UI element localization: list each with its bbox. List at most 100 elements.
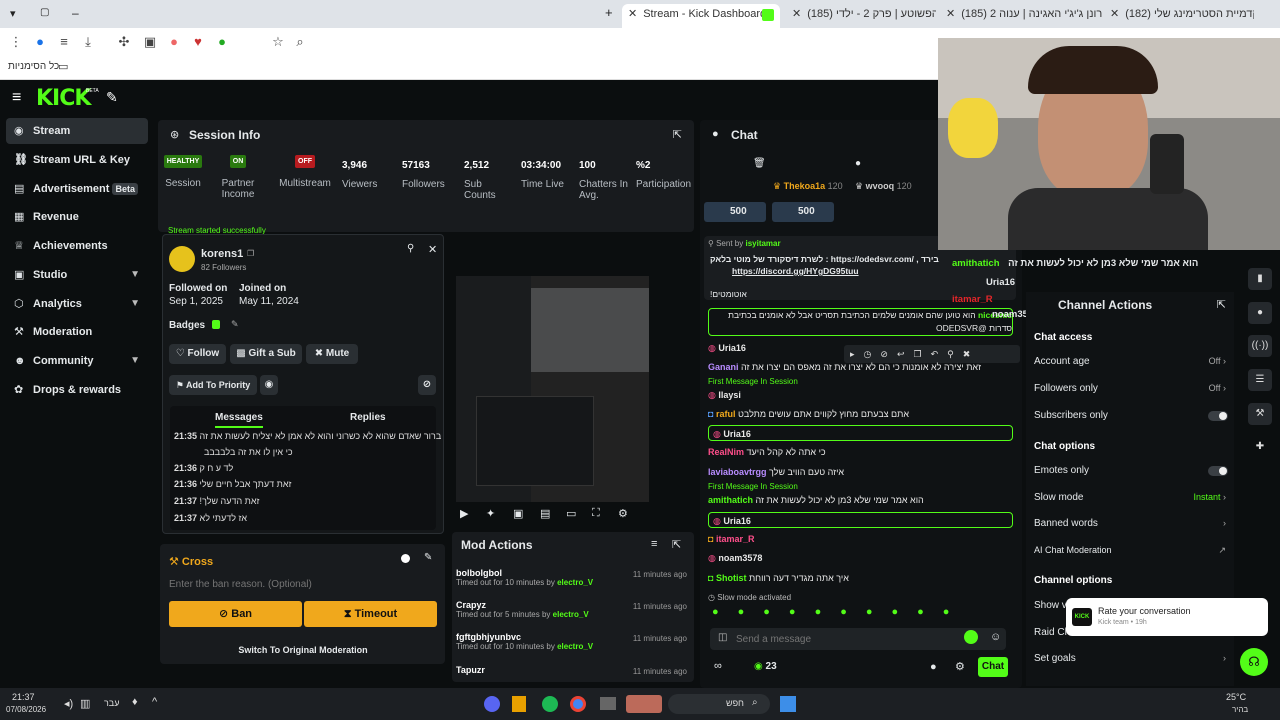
popout-icon[interactable]: ⇱	[1217, 298, 1226, 311]
fullscreen-icon[interactable]: ⛶	[592, 507, 600, 520]
gift-sub-button[interactable]: ▩ Gift a Sub	[230, 344, 302, 364]
sidebar-item-revenue[interactable]: ▦ Revenue	[6, 204, 148, 230]
chat-message[interactable]: RealNim כי אתה לא קהל היעד	[708, 444, 1013, 460]
username[interactable]: korens1	[201, 248, 243, 260]
popout-icon[interactable]: ⇱	[672, 538, 681, 551]
sidebar-item-advertisement[interactable]: ▤ Advertisement Beta	[6, 176, 148, 202]
eye-button[interactable]: ◉	[260, 375, 278, 395]
chrome-icon[interactable]	[570, 696, 586, 712]
copy-icon[interactable]: ❐	[913, 349, 930, 359]
filter-icon[interactable]: ≡	[651, 538, 657, 550]
tab-youtube-3[interactable]: ✕ (182) אקדמיית הסטרימינג שלי	[1104, 4, 1254, 28]
profile-icon[interactable]: ●	[32, 34, 48, 50]
sidebar-item-moderation[interactable]: ⚒ Moderation	[6, 319, 148, 345]
chat-message[interactable]: ◍ noam3578	[708, 550, 1013, 566]
pin-icon[interactable]: ⚲	[407, 243, 414, 254]
chat-message[interactable]: ◍ Uria16	[708, 512, 1013, 528]
slow-mode-setting[interactable]: Slow mode Instant ›	[1034, 492, 1230, 503]
timeout-button[interactable]: ⧗ Timeout	[304, 601, 437, 627]
ai-moderation-setting[interactable]: AI Chat Moderation ↗	[1034, 545, 1230, 555]
sidebar-item-stream-url[interactable]: ⛓ Stream URL & Key	[6, 147, 148, 173]
close-icon[interactable]: ✕	[628, 8, 637, 20]
switch-moderation-link[interactable]: Switch To Original Moderation	[169, 645, 437, 655]
send-chat-button[interactable]: Chat	[978, 657, 1008, 677]
settings-icon[interactable]: ⚙	[618, 507, 628, 520]
slash-icon[interactable]: ⊘	[880, 349, 897, 359]
rate-conversation-toast[interactable]: KICK Rate your conversation Kick team • …	[1066, 598, 1268, 636]
puzzle-icon[interactable]: ✣	[116, 34, 132, 50]
mute-button[interactable]: ✖ Mute	[306, 344, 358, 364]
edit-icon[interactable]: ✎	[424, 552, 432, 563]
app-icon[interactable]	[600, 697, 616, 710]
edit-icon[interactable]: ✎	[231, 319, 239, 330]
sidebar-item-studio[interactable]: ▣ Studio ▼	[6, 262, 148, 288]
mod-action-item[interactable]: fgftgbhjyunbvc Timed out for 10 minutes b…	[456, 632, 691, 651]
star-icon[interactable]: ☆	[270, 34, 286, 50]
kick-logo[interactable]: KICK	[36, 86, 91, 111]
chat-message[interactable]: amithatich הוא אמר שמי שלא 3מן לא יכול ל…	[708, 492, 1013, 508]
chat-message[interactable]: ◘ raful אתם צבעתם מחוץ לקווים אתם עושים …	[708, 406, 1013, 422]
all-bookmarks-label[interactable]: כל הסימניות	[8, 61, 59, 72]
trash-icon[interactable]: 🗑	[753, 158, 766, 169]
chat-message[interactable]: ◍ Ilaysi	[708, 387, 1013, 403]
close-icon[interactable]: ✕	[792, 8, 801, 20]
minimize-icon[interactable]: –	[72, 6, 79, 20]
sidebar-item-analytics[interactable]: ⬡ Analytics ▼	[6, 291, 148, 317]
tab-youtube-1[interactable]: ✕ (185) הפשוטע | פרק 2 - ילדי	[786, 4, 936, 28]
stream-preview[interactable]	[456, 276, 649, 522]
download-icon[interactable]: ⤓	[80, 34, 96, 50]
rail-wrench-icon[interactable]: ⚒	[1248, 403, 1272, 425]
set-goals-setting[interactable]: Set goals ›	[1034, 653, 1230, 664]
followers-only-setting[interactable]: Followers only Off ›	[1034, 383, 1230, 394]
settings-icon[interactable]: ⚙	[955, 660, 965, 673]
more-icon[interactable]: ⋮	[8, 34, 24, 50]
weather-temp[interactable]: 25°C	[1226, 692, 1246, 702]
message-icon[interactable]: ●	[930, 661, 937, 673]
chat-message-input[interactable]	[736, 630, 956, 648]
goal-a[interactable]: 500	[704, 202, 766, 222]
caption-icon[interactable]: ▭	[566, 507, 576, 520]
theater-icon[interactable]: ▣	[513, 507, 523, 520]
chat-message[interactable]: ◘ Shotist איך אתה מגדיר דעה רווחת	[708, 570, 1013, 586]
extension-green-icon[interactable]: ●	[214, 34, 230, 50]
chat-message[interactable]: ◘ itamar_R	[708, 531, 1013, 547]
mod-action-item[interactable]: Tapuzr 11 minutes ago	[456, 665, 691, 683]
follow-button[interactable]: ♡ Follow	[169, 344, 226, 364]
trash-icon[interactable]: ✖	[963, 349, 980, 359]
message-icon[interactable]: ●	[855, 158, 861, 169]
rail-chat-icon[interactable]: ●	[1248, 302, 1272, 324]
ban-button[interactable]: ⊘ Ban	[169, 601, 302, 627]
extension-icon[interactable]: ≡	[56, 34, 72, 50]
sidebar-item-community[interactable]: ☻ Community ▼	[6, 348, 148, 374]
obs-icon[interactable]	[512, 696, 526, 712]
pin-icon[interactable]: ✎	[106, 89, 118, 106]
hamburger-icon[interactable]: ≡	[12, 89, 21, 107]
undo-icon[interactable]: ↶	[931, 349, 948, 359]
extension-heart-icon[interactable]: ♥	[190, 34, 206, 50]
pin-icon[interactable]: ⚲	[947, 349, 963, 359]
rail-list-icon[interactable]: ☰	[1248, 369, 1272, 391]
menu-icon[interactable]: ▾	[10, 7, 16, 20]
link-icon[interactable]: ∞	[714, 660, 722, 672]
goal-b[interactable]: 500	[772, 202, 834, 222]
tab-youtube-2[interactable]: ✕ (185) רונן ג'יג'י האגינה | ענוה 2	[940, 4, 1106, 28]
block-button[interactable]: ⊘	[418, 375, 436, 395]
search-box[interactable]: חפש ⌕	[668, 694, 770, 714]
close-icon[interactable]: ✕	[1110, 8, 1119, 20]
pinned-app-icon[interactable]	[626, 695, 662, 713]
speaker-icon[interactable]: ◂)	[64, 697, 73, 710]
popout-icon[interactable]: ⇱	[673, 128, 682, 141]
clock-date[interactable]: 07/08/2026	[6, 705, 46, 714]
ban-reason-input[interactable]	[169, 574, 436, 594]
new-tab-icon[interactable]: +	[605, 5, 613, 20]
pinned-link[interactable]: https://discord.gg/HYgDG95tuu	[732, 266, 859, 276]
rail-broadcast-icon[interactable]: ((·))	[1248, 335, 1272, 357]
points-display[interactable]: ◉ 23	[754, 661, 777, 672]
chat-message[interactable]: Ganani זאת יצירה לא אומנות כי הם לא יצרו…	[708, 359, 1013, 375]
timeout-icon[interactable]: ◷	[864, 349, 881, 359]
play-icon[interactable]: ▸	[850, 349, 864, 359]
sidebar-item-drops[interactable]: ✿ Drops & rewards	[6, 377, 148, 403]
emote-bar[interactable]: ●●●●●●●●●●	[712, 606, 1012, 622]
sidebar-item-stream[interactable]: ◉ Stream	[6, 118, 148, 144]
subscribers-only-toggle[interactable]	[1208, 411, 1228, 421]
